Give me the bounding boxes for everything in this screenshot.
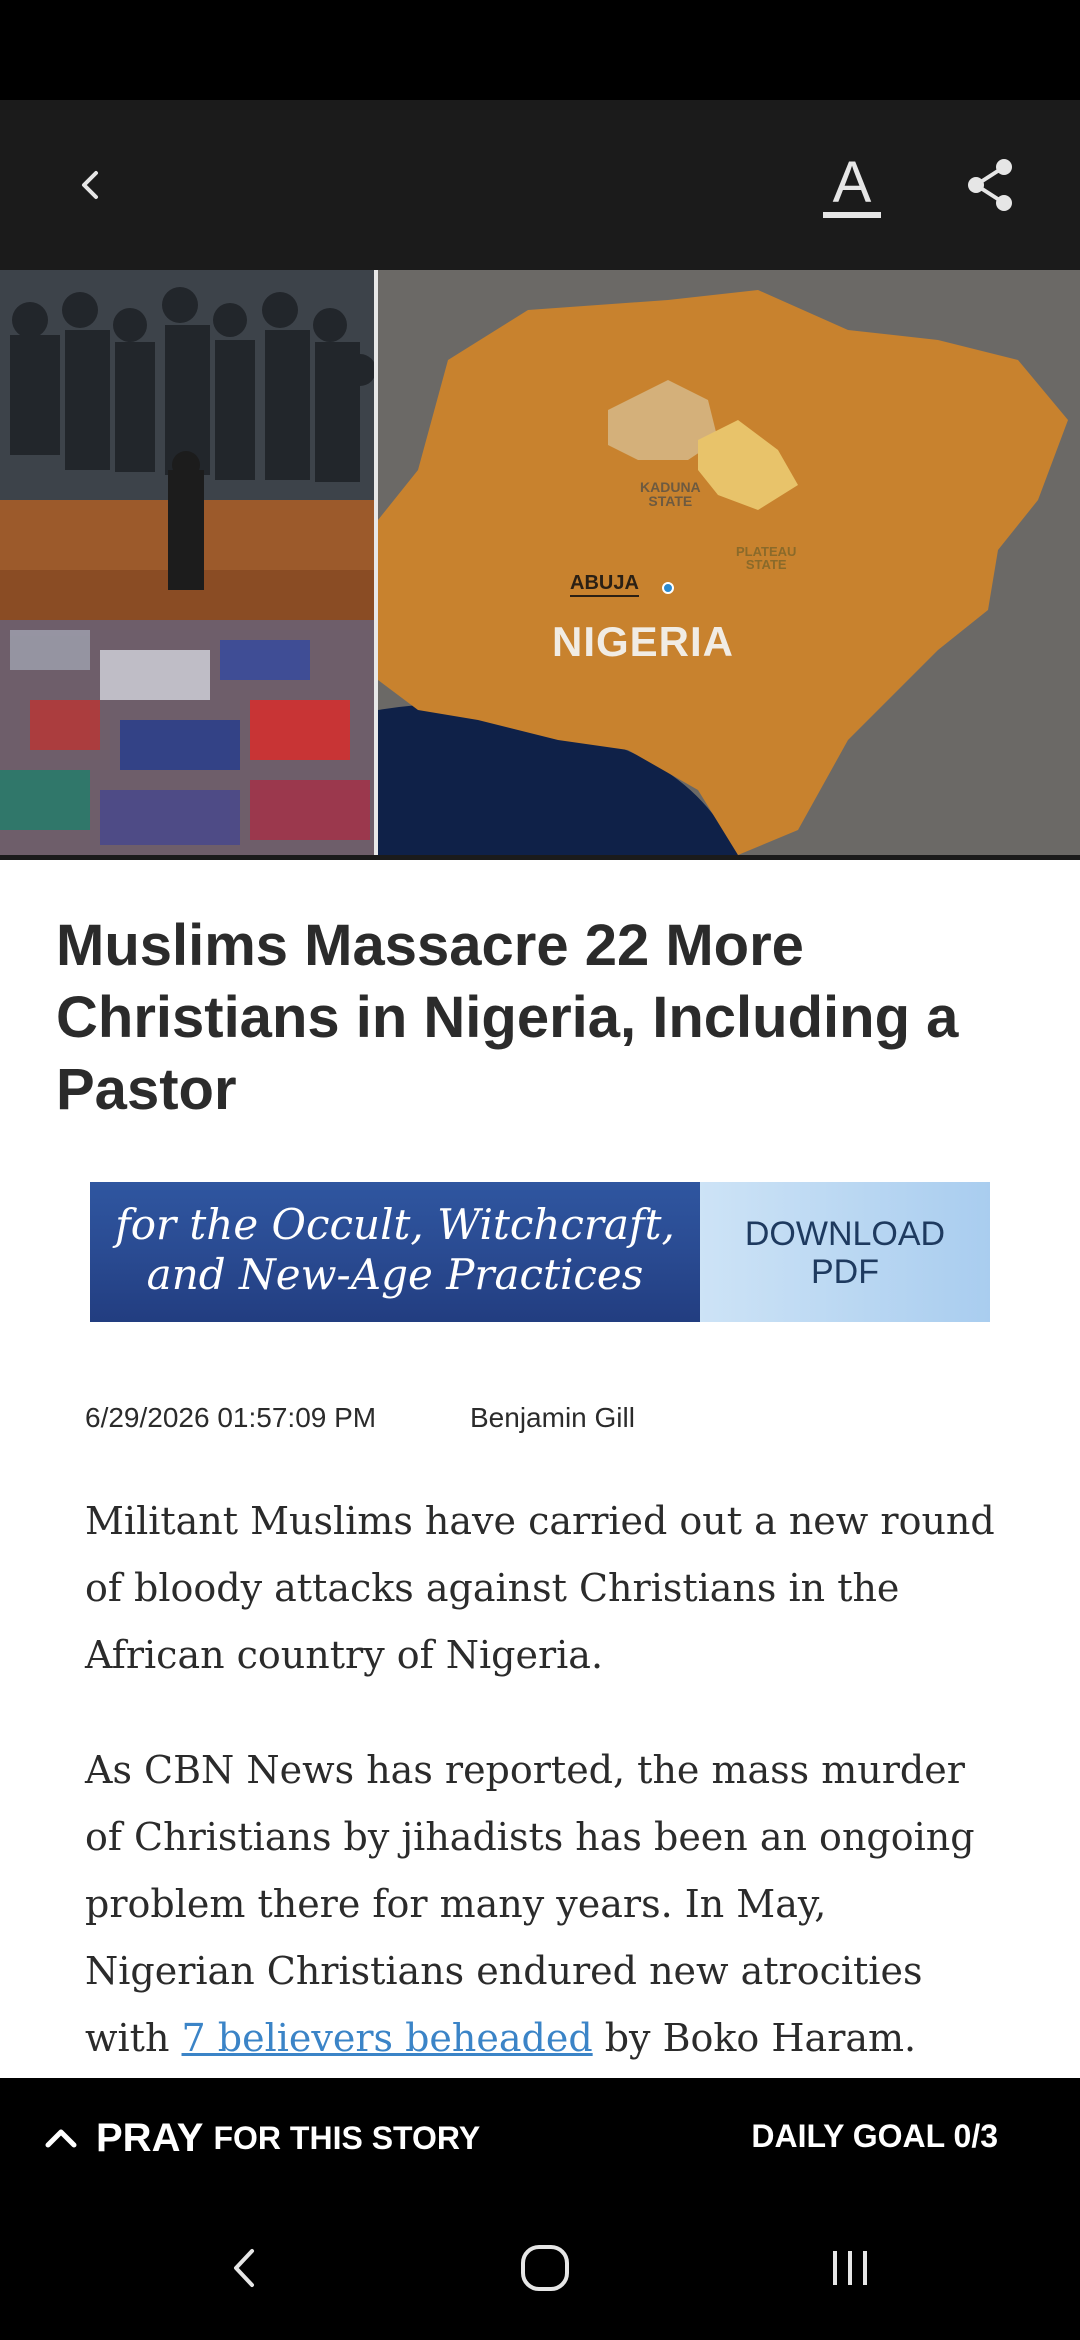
- ad-cta-line-2: PDF: [811, 1253, 879, 1291]
- nav-recent-icon: [833, 2251, 867, 2285]
- article-date: 6/29/2026 01:57:09 PM: [85, 1402, 377, 1433]
- ad-text: for the Occult, Witchcraft, and New-Age …: [90, 1182, 700, 1322]
- daily-goal[interactable]: DAILY GOAL 0/3: [751, 2118, 998, 2155]
- pray-label: PRAY: [96, 2115, 204, 2160]
- status-bar: [0, 0, 1080, 100]
- map-label-plateau: PLATEAU STATE: [736, 544, 797, 572]
- paragraph-2-text-end: by Boko Haram.: [592, 2016, 917, 2060]
- map-label-abuja: ABUJA: [570, 572, 639, 597]
- nav-recent-apps-button[interactable]: [815, 2233, 885, 2303]
- hero-image: KADUNA STATE PLATEAU STATE ABUJA NIGERIA: [0, 270, 1080, 860]
- article-content: Muslims Massacre 22 More Christians in N…: [0, 860, 1080, 2078]
- nav-back-icon: [234, 2249, 254, 2287]
- paragraph-2-text-start: As CBN News has reported, the mass murde…: [85, 1748, 975, 2060]
- map-label-nigeria: NIGERIA: [552, 618, 735, 665]
- hero-photo-crowd: [0, 270, 374, 855]
- beheaded-article-link[interactable]: 7 believers beheaded: [182, 2016, 593, 2060]
- pray-bar: PRAY FOR THIS STORY DAILY GOAL 0/3: [0, 2078, 1080, 2203]
- map-label-kaduna: KADUNA STATE: [640, 479, 701, 509]
- hero-map: KADUNA STATE PLATEAU STATE ABUJA NIGERIA: [378, 270, 1080, 855]
- chevron-up-icon: [45, 2129, 77, 2148]
- article-paragraph-2: As CBN News has reported, the mass murde…: [85, 1737, 1005, 2072]
- ad-banner[interactable]: for the Occult, Witchcraft, and New-Age …: [90, 1182, 990, 1322]
- text-size-button[interactable]: A: [810, 140, 895, 230]
- share-button[interactable]: [950, 145, 1030, 225]
- article-paragraph-1: Militant Muslims have carried out a new …: [85, 1499, 995, 1677]
- ad-text-line-1: for the Occult, Witchcraft,: [115, 1200, 675, 1249]
- share-icon: [968, 159, 1012, 211]
- nav-home-button[interactable]: [505, 2233, 585, 2303]
- text-size-icon: A: [823, 150, 881, 218]
- ad-text-line-2: and New-Age Practices: [146, 1250, 644, 1299]
- ad-download-button[interactable]: DOWNLOAD PDF: [700, 1182, 990, 1322]
- nav-home-icon: [521, 2245, 569, 2291]
- chevron-left-icon: [82, 171, 98, 199]
- text-size-label: A: [833, 150, 872, 215]
- app-bar: A: [0, 100, 1080, 270]
- system-nav-bar: [0, 2203, 1080, 2340]
- nav-back-button[interactable]: [210, 2233, 280, 2303]
- article-author[interactable]: Benjamin Gill: [470, 1402, 635, 1434]
- back-button[interactable]: [50, 145, 130, 225]
- pray-for-story-button[interactable]: PRAY FOR THIS STORY: [40, 2108, 480, 2168]
- article-headline: Muslims Massacre 22 More Christians in N…: [56, 913, 959, 1122]
- ad-cta-line-1: DOWNLOAD: [744, 1215, 946, 1253]
- pray-suffix: FOR THIS STORY: [213, 2119, 481, 2156]
